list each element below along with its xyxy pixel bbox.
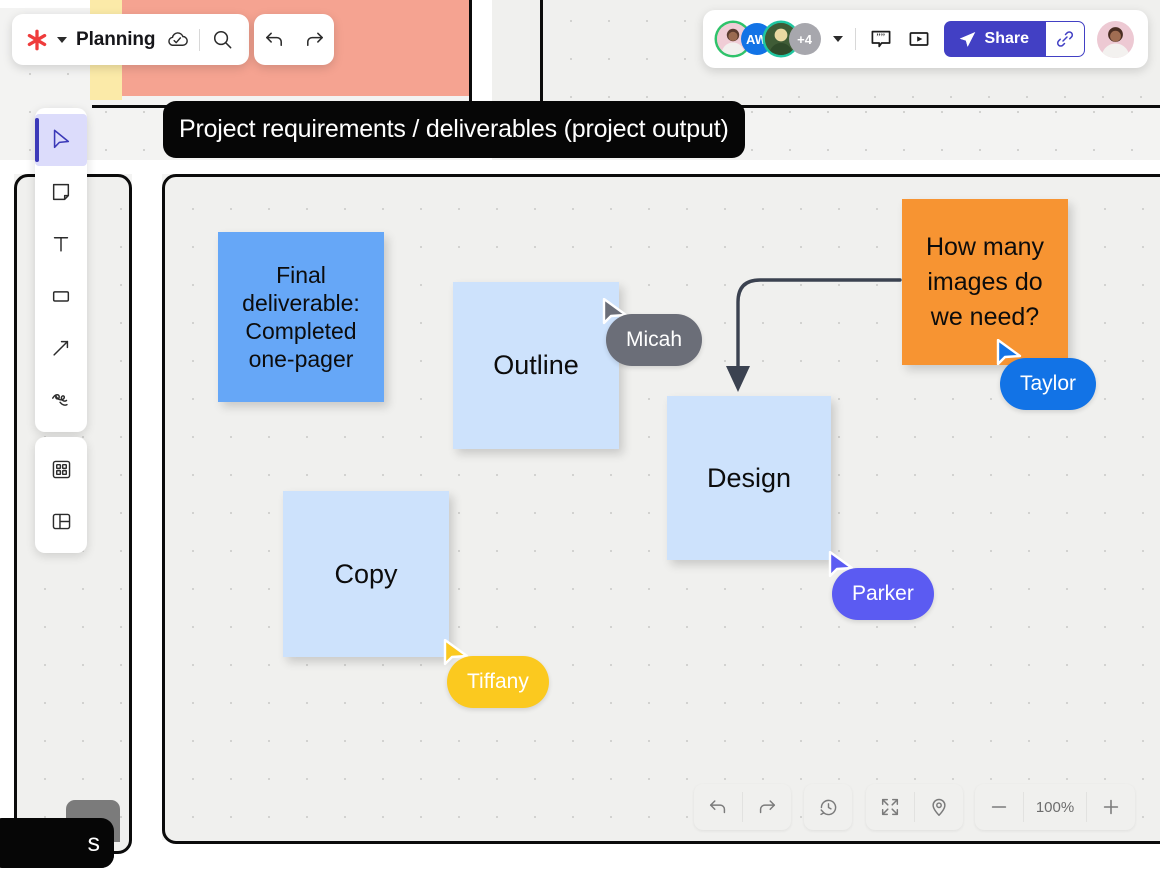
tool-rail-secondary (35, 437, 87, 553)
text-t-icon (50, 233, 72, 255)
avatar-overflow[interactable]: +4 (789, 23, 821, 55)
rectangle-icon (50, 285, 72, 307)
avatar-overflow-count: +4 (797, 32, 812, 47)
canvas-gap-left (0, 174, 14, 854)
connector-tool[interactable] (35, 322, 87, 374)
cursor-label: Taylor (1000, 358, 1096, 410)
canvas-redo-button[interactable] (743, 784, 791, 830)
copy-link-button[interactable] (1045, 21, 1085, 57)
history-button[interactable] (804, 784, 852, 830)
map-pin-icon (928, 796, 950, 818)
toolbar-divider (855, 28, 856, 50)
cursor-label: Parker (832, 568, 934, 620)
sticky-note-final-deliverable[interactable]: Final deliverable: Completed one-pager (218, 232, 384, 402)
sticky-note-images-question[interactable]: How many images do we need? (902, 199, 1068, 365)
sticky-note-icon (50, 181, 72, 203)
zoom-in-button[interactable] (1087, 784, 1135, 830)
tool-rail-primary (35, 108, 87, 432)
sticky-note-text: Outline (493, 349, 579, 382)
sticky-note-text: Final deliverable: Completed one-pager (228, 261, 374, 373)
history-clock-icon (817, 796, 840, 819)
zoom-out-button[interactable] (975, 784, 1023, 830)
sticky-note-copy[interactable]: Copy (283, 491, 449, 657)
link-chain-icon (1055, 29, 1075, 49)
bottom-view-group (866, 784, 963, 830)
toolbar-divider (199, 29, 200, 51)
collaboration-toolbar: AW +4 ” ” (703, 10, 1148, 68)
template-layout-icon (50, 510, 73, 533)
grid-apps-icon (50, 458, 73, 481)
frame-title-partial-top[interactable]: s (0, 818, 114, 868)
undo-arrow-icon (707, 796, 729, 818)
minus-icon (988, 796, 1010, 818)
canvas-undo-button[interactable] (694, 784, 742, 830)
templates-tool[interactable] (35, 495, 87, 547)
text-tool[interactable] (35, 218, 87, 270)
canvas-gap-c (132, 174, 162, 854)
select-tool[interactable] (35, 114, 87, 166)
svg-text:”: ” (880, 32, 884, 43)
present-play-icon[interactable] (906, 26, 932, 52)
undo-arrow-icon[interactable] (261, 27, 287, 53)
paper-plane-icon (958, 30, 977, 49)
fit-to-screen-icon (879, 796, 901, 818)
page-title[interactable]: Planning (76, 29, 155, 51)
zoom-level-label[interactable]: 100% (1024, 799, 1086, 816)
sticky-note-tool[interactable] (35, 166, 87, 218)
redo-arrow-icon[interactable] (301, 27, 327, 53)
pen-tool[interactable] (35, 374, 87, 426)
bottom-zoom-group: 100% (975, 784, 1135, 830)
share-button[interactable]: Share (944, 21, 1045, 57)
share-control-group: Share (944, 21, 1085, 57)
scribble-pen-icon (49, 389, 73, 411)
sticky-note-text: Copy (334, 558, 397, 591)
sticky-note-design[interactable]: Design (667, 396, 831, 560)
plus-icon (1100, 796, 1122, 818)
background-frame-slim[interactable] (492, 0, 540, 108)
shape-tool[interactable] (35, 270, 87, 322)
canvas-gap-b (0, 160, 1160, 174)
chevron-down-icon[interactable] (833, 36, 843, 42)
fit-to-screen-button[interactable] (866, 784, 914, 830)
sticky-note-text: How many images do we need? (912, 230, 1058, 335)
frame-title[interactable]: Project requirements / deliverables (pro… (163, 101, 745, 158)
whiteboard-app: s s Project requirements / deliverables … (0, 0, 1160, 870)
sticky-note-text: Design (707, 462, 791, 495)
cursor-label: Tiffany (447, 656, 549, 708)
bottom-undo-redo-group (694, 784, 791, 830)
locate-button[interactable] (915, 784, 963, 830)
my-avatar[interactable] (1097, 21, 1134, 58)
avatar-initials: AW (746, 32, 767, 47)
asterisk-logo-icon[interactable] (26, 29, 48, 51)
canvas-gap-bottom (0, 840, 1160, 870)
cursor-label: Micah (606, 314, 702, 366)
chevron-down-icon[interactable] (57, 37, 67, 43)
sticky-note-outline[interactable]: Outline (453, 282, 619, 449)
search-icon[interactable] (209, 27, 235, 53)
apps-tool[interactable] (35, 443, 87, 495)
arrow-line-icon (50, 337, 72, 359)
board-toolbar: Planning (12, 14, 249, 65)
avatar-stack[interactable]: AW +4 (717, 23, 821, 55)
bottom-history-group (804, 784, 852, 830)
share-button-label: Share (985, 30, 1029, 48)
undo-redo-toolbar (254, 14, 334, 65)
redo-arrow-icon (756, 796, 778, 818)
cursor-arrow-icon (50, 128, 72, 152)
cloud-check-icon[interactable] (164, 27, 190, 53)
comment-quote-icon[interactable]: ” ” (868, 26, 894, 52)
